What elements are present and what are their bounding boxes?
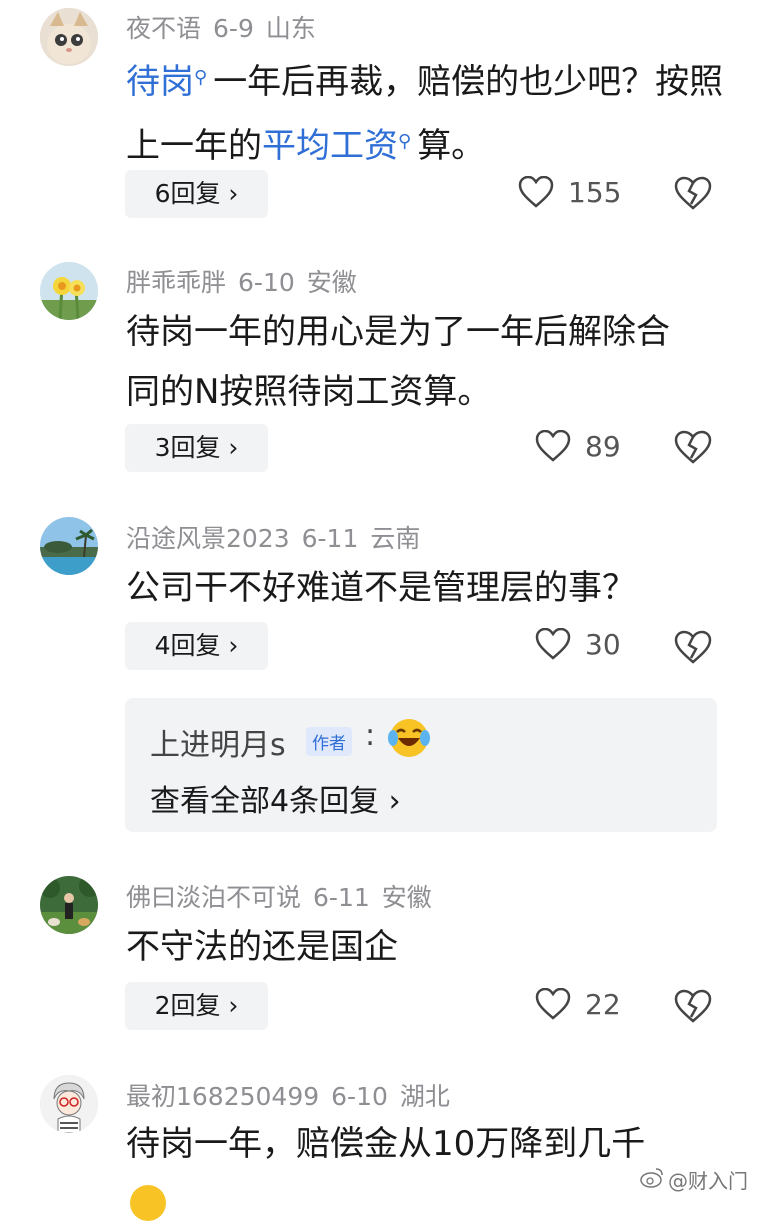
username[interactable]: 最初168250499	[126, 1082, 319, 1111]
comment-text: 不守法的还是国企	[126, 927, 398, 967]
chevron-right-icon: ›	[228, 991, 239, 1020]
comment-location: 安徽	[306, 268, 357, 297]
broken-heart-icon[interactable]	[674, 176, 712, 210]
watermark: @财入门	[668, 1169, 748, 1193]
chevron-right-icon: ›	[228, 179, 239, 208]
emoji-icon	[130, 1185, 166, 1221]
reply-count-button[interactable]: 3回复 ›	[125, 424, 268, 472]
broken-heart-icon[interactable]	[674, 430, 712, 464]
heart-icon	[535, 628, 571, 660]
like-button[interactable]: 89	[535, 422, 621, 470]
like-count: 155	[568, 175, 622, 209]
comment-date: 6-10	[331, 1082, 388, 1111]
comment-date: 6-11	[301, 524, 359, 553]
avatar[interactable]	[40, 8, 98, 66]
comment-date: 6-9	[213, 14, 254, 43]
like-count: 22	[585, 987, 621, 1021]
author-badge: 作者	[306, 727, 352, 756]
broken-heart-icon[interactable]	[674, 989, 712, 1023]
weibo-logo-icon	[640, 1168, 663, 1188]
reply-count-button[interactable]: 6回复 ›	[125, 170, 268, 218]
like-count: 89	[585, 429, 621, 463]
comment-meta: 佛曰淡泊不可说 6-11 安徽	[126, 878, 444, 914]
comment-date: 6-10	[238, 268, 295, 297]
chevron-right-icon: ›	[228, 433, 239, 462]
comment-location: 湖北	[399, 1082, 450, 1111]
like-button[interactable]: 155	[518, 168, 621, 216]
broken-heart-icon[interactable]	[674, 630, 712, 664]
like-button[interactable]: 22	[535, 980, 621, 1028]
reply-count-button[interactable]: 2回复 ›	[125, 982, 268, 1030]
like-button[interactable]: 30	[535, 620, 621, 668]
reply-count-button[interactable]: 4回复 ›	[125, 622, 268, 670]
comment-text: 公司干不好难道不是管理层的事？	[126, 568, 636, 608]
heart-icon	[518, 176, 554, 208]
like-count: 30	[585, 627, 621, 661]
heart-icon	[535, 430, 571, 462]
comment-text: 待岗一年，赔偿金从10万降到几千	[126, 1124, 646, 1164]
comment-date: 6-11	[313, 883, 370, 912]
avatar[interactable]	[40, 1075, 98, 1133]
avatar[interactable]	[40, 876, 98, 934]
avatar[interactable]	[40, 262, 98, 320]
reply-username[interactable]: 上进明月s	[150, 720, 286, 764]
comment-location: 安徽	[381, 883, 432, 912]
keyword-link[interactable]: 待岗	[126, 62, 194, 102]
comment-meta: 沿途风景2023 6-11 云南	[126, 519, 432, 555]
search-icon: ⚲	[194, 67, 208, 88]
view-all-replies-link[interactable]: 查看全部4条回复 ›	[150, 776, 401, 820]
reply-preview[interactable]: 上进明月s 作者 : 查看全部4条回复 ›	[125, 698, 717, 832]
reply-colon: :	[365, 718, 376, 753]
username[interactable]: 佛曰淡泊不可说	[126, 883, 301, 912]
comment-location: 云南	[370, 524, 421, 553]
comment-text: 待岗⚲ 一年后再裁，赔偿的也少吧？按照上一年的平均工资⚲ 算。	[126, 62, 724, 166]
heart-icon	[535, 988, 571, 1020]
comment-location: 山东	[265, 14, 316, 43]
comment-meta: 夜不语 6-9 山东	[126, 9, 328, 45]
keyword-link[interactable]: 平均工资	[262, 126, 398, 166]
search-icon: ⚲	[398, 131, 412, 152]
username[interactable]: 夜不语	[126, 14, 201, 43]
comment-text: 待岗一年的用心是为了一年后解除合同的N按照待岗工资算。	[126, 312, 670, 412]
username[interactable]: 沿途风景2023	[126, 524, 290, 553]
avatar[interactable]	[40, 517, 98, 575]
chevron-right-icon: ›	[228, 631, 239, 660]
username[interactable]: 胖乖乖胖	[126, 268, 226, 297]
comment-meta: 胖乖乖胖 6-10 安徽	[126, 263, 369, 299]
comment-meta: 最初168250499 6-10 湖北	[126, 1077, 462, 1113]
laughing-crying-emoji-icon	[388, 719, 430, 757]
